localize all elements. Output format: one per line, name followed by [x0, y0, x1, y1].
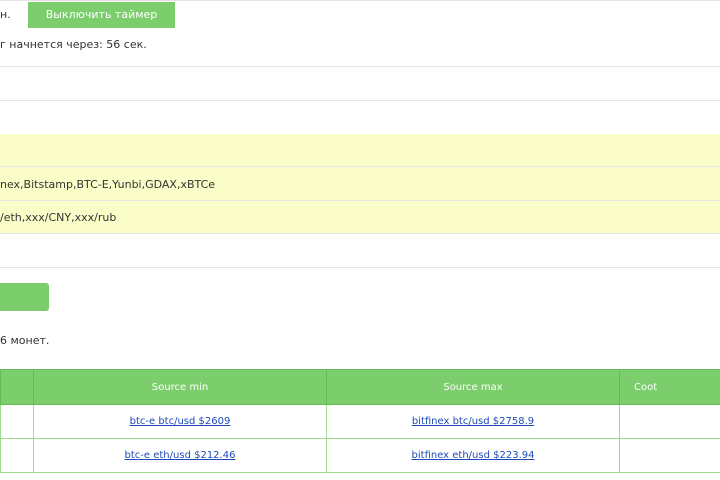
- countdown-text: г начнется через: 56 сек.: [0, 38, 147, 51]
- disable-timer-button[interactable]: Выключить таймер: [28, 2, 175, 28]
- source-max-link[interactable]: bitfinex eth/usd $223.94: [412, 450, 535, 461]
- exchanges-list-text: nex,Bitstamp,BTC-E,Yunbi,GDAX,xBTCe: [0, 178, 216, 191]
- source-max-link[interactable]: bitfinex btc/usd $2758.9: [412, 416, 534, 427]
- table-cell: btc-e btc/usd $2609: [33, 404, 327, 439]
- divider: [0, 166, 720, 167]
- header-source-max: Source max: [326, 369, 620, 405]
- table-cell: bitfinex eth/usd $223.94: [326, 438, 620, 473]
- header-source-min: Source min: [33, 369, 327, 405]
- table-row: btc-e btc/usd $2609 bitfinex btc/usd $27…: [0, 404, 720, 439]
- header-ratio: Coot: [619, 369, 720, 405]
- timer-row: н. Выключить таймер: [0, 0, 720, 31]
- arbitrage-table: Source min Source max Coot btc-e btc/usd…: [0, 369, 720, 473]
- divider: [0, 267, 720, 268]
- table-cell: btc-e eth/usd $212.46: [33, 438, 327, 473]
- submit-button[interactable]: [0, 283, 49, 311]
- divider: [0, 233, 720, 234]
- table-cell: [619, 438, 720, 473]
- table-row: btc-e eth/usd $212.46 bitfinex eth/usd $…: [0, 438, 720, 473]
- source-min-link[interactable]: btc-e btc/usd $2609: [130, 416, 231, 427]
- table-header-cell: [0, 369, 34, 405]
- table-cell: [619, 404, 720, 439]
- pairs-list-text: /eth,xxx/CNY,xxx/rub: [0, 211, 117, 224]
- table-header-row: Source min Source max Coot: [0, 369, 720, 405]
- divider: [0, 200, 720, 201]
- table-cell: [0, 404, 34, 439]
- divider: [0, 100, 720, 101]
- divider: [0, 66, 720, 67]
- source-min-link[interactable]: btc-e eth/usd $212.46: [125, 450, 236, 461]
- coins-count-text: 6 монет.: [0, 334, 50, 347]
- table-cell: bitfinex btc/usd $2758.9: [326, 404, 620, 439]
- table-cell: [0, 438, 34, 473]
- timer-status-text: н.: [0, 8, 11, 21]
